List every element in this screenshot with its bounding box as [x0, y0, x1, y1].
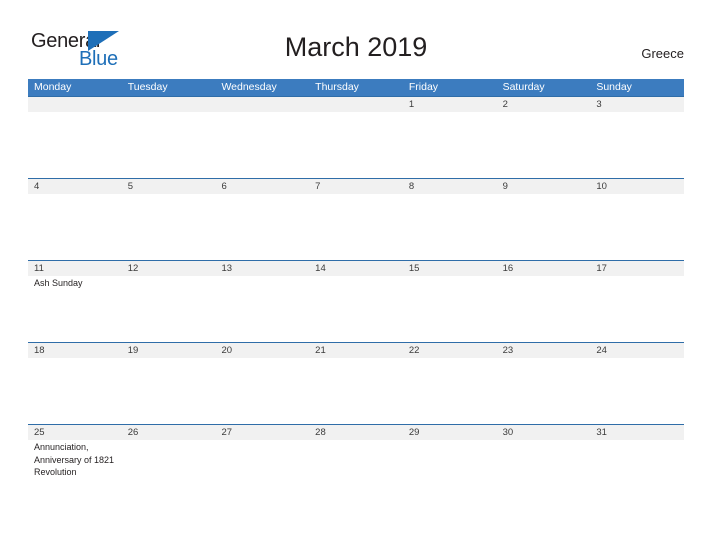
- day-number[interactable]: 23: [497, 343, 591, 358]
- week-number-band: 1 2 3: [28, 97, 684, 112]
- day-number[interactable]: 17: [590, 261, 684, 276]
- week-event-band: [28, 358, 684, 424]
- week-row: 1 2 3: [28, 96, 684, 178]
- day-event[interactable]: [590, 112, 684, 178]
- day-event[interactable]: [28, 112, 122, 178]
- day-event[interactable]: [497, 358, 591, 424]
- day-number[interactable]: 5: [122, 179, 216, 194]
- calendar-page: General Blue March 2019 Greece Monday Tu…: [0, 0, 712, 550]
- day-number[interactable]: 11: [28, 261, 122, 276]
- week-row: 18 19 20 21 22 23 24: [28, 342, 684, 424]
- day-number[interactable]: [28, 97, 122, 112]
- day-event[interactable]: [497, 276, 591, 342]
- day-number[interactable]: 25: [28, 425, 122, 440]
- day-number[interactable]: 22: [403, 343, 497, 358]
- day-event[interactable]: [122, 194, 216, 260]
- day-number[interactable]: 28: [309, 425, 403, 440]
- week-number-band: 11 12 13 14 15 16 17: [28, 261, 684, 276]
- page-title: March 2019: [284, 32, 428, 62]
- day-event[interactable]: [497, 112, 591, 178]
- day-event[interactable]: [403, 194, 497, 260]
- day-number[interactable]: 26: [122, 425, 216, 440]
- week-event-band: Ash Sunday: [28, 276, 684, 342]
- day-event[interactable]: [497, 194, 591, 260]
- day-number[interactable]: [122, 97, 216, 112]
- page-header: General Blue March 2019 Greece: [0, 0, 712, 78]
- day-event[interactable]: [122, 276, 216, 342]
- week-row: 25 26 27 28 29 30 31 Annunciation, Anniv…: [28, 424, 684, 510]
- day-event[interactable]: [497, 440, 591, 510]
- day-number[interactable]: 30: [497, 425, 591, 440]
- day-number[interactable]: 18: [28, 343, 122, 358]
- day-number[interactable]: [309, 97, 403, 112]
- week-event-band: [28, 194, 684, 260]
- day-event[interactable]: [122, 358, 216, 424]
- week-event-band: Annunciation, Anniversary of 1821 Revolu…: [28, 440, 684, 510]
- day-event[interactable]: [309, 358, 403, 424]
- day-event[interactable]: [403, 112, 497, 178]
- day-event[interactable]: [590, 358, 684, 424]
- day-number[interactable]: 21: [309, 343, 403, 358]
- day-event[interactable]: Annunciation, Anniversary of 1821 Revolu…: [28, 440, 122, 510]
- day-number[interactable]: 1: [403, 97, 497, 112]
- day-event[interactable]: [28, 194, 122, 260]
- day-number[interactable]: 2: [497, 97, 591, 112]
- day-event[interactable]: [309, 112, 403, 178]
- day-number[interactable]: 3: [590, 97, 684, 112]
- day-number[interactable]: 16: [497, 261, 591, 276]
- day-event[interactable]: [403, 358, 497, 424]
- day-event[interactable]: [403, 276, 497, 342]
- day-event[interactable]: Ash Sunday: [28, 276, 122, 342]
- calendar-grid: Monday Tuesday Wednesday Thursday Friday…: [28, 79, 684, 510]
- day-event[interactable]: [590, 276, 684, 342]
- day-event[interactable]: [215, 194, 309, 260]
- day-number[interactable]: 15: [403, 261, 497, 276]
- day-number[interactable]: [215, 97, 309, 112]
- day-event[interactable]: [309, 440, 403, 510]
- day-number[interactable]: 20: [215, 343, 309, 358]
- day-event[interactable]: [215, 358, 309, 424]
- day-number[interactable]: 7: [309, 179, 403, 194]
- day-number[interactable]: 24: [590, 343, 684, 358]
- weekday-header-row: Monday Tuesday Wednesday Thursday Friday…: [28, 79, 684, 96]
- week-number-band: 4 5 6 7 8 9 10: [28, 179, 684, 194]
- day-number[interactable]: 19: [122, 343, 216, 358]
- day-event[interactable]: [590, 440, 684, 510]
- country-label: Greece: [641, 46, 684, 61]
- weekday-header-thursday: Thursday: [315, 81, 359, 93]
- day-event[interactable]: [215, 112, 309, 178]
- weekday-header-wednesday: Wednesday: [221, 81, 277, 93]
- day-event[interactable]: [403, 440, 497, 510]
- week-row: 11 12 13 14 15 16 17 Ash Sunday: [28, 260, 684, 342]
- weekday-header-saturday: Saturday: [502, 81, 545, 93]
- day-number[interactable]: 10: [590, 179, 684, 194]
- day-number[interactable]: 31: [590, 425, 684, 440]
- weekday-header-monday: Monday: [34, 81, 72, 93]
- day-number[interactable]: 4: [28, 179, 122, 194]
- day-number[interactable]: 12: [122, 261, 216, 276]
- day-number[interactable]: 9: [497, 179, 591, 194]
- weekday-header-friday: Friday: [408, 81, 439, 93]
- day-number[interactable]: 29: [403, 425, 497, 440]
- day-event[interactable]: [590, 194, 684, 260]
- day-event[interactable]: [122, 440, 216, 510]
- week-number-band: 18 19 20 21 22 23 24: [28, 343, 684, 358]
- day-event[interactable]: [28, 358, 122, 424]
- day-event[interactable]: [215, 276, 309, 342]
- day-number[interactable]: 14: [309, 261, 403, 276]
- day-event[interactable]: [122, 112, 216, 178]
- day-number[interactable]: 27: [215, 425, 309, 440]
- day-number[interactable]: 8: [403, 179, 497, 194]
- day-event[interactable]: [215, 440, 309, 510]
- weekday-header-tuesday: Tuesday: [127, 81, 168, 93]
- weekday-header-sunday: Sunday: [596, 81, 632, 93]
- day-event[interactable]: [309, 276, 403, 342]
- week-event-band: [28, 112, 684, 178]
- day-number[interactable]: 6: [215, 179, 309, 194]
- day-number[interactable]: 13: [215, 261, 309, 276]
- week-row: 4 5 6 7 8 9 10: [28, 178, 684, 260]
- week-number-band: 25 26 27 28 29 30 31: [28, 425, 684, 440]
- day-event[interactable]: [309, 194, 403, 260]
